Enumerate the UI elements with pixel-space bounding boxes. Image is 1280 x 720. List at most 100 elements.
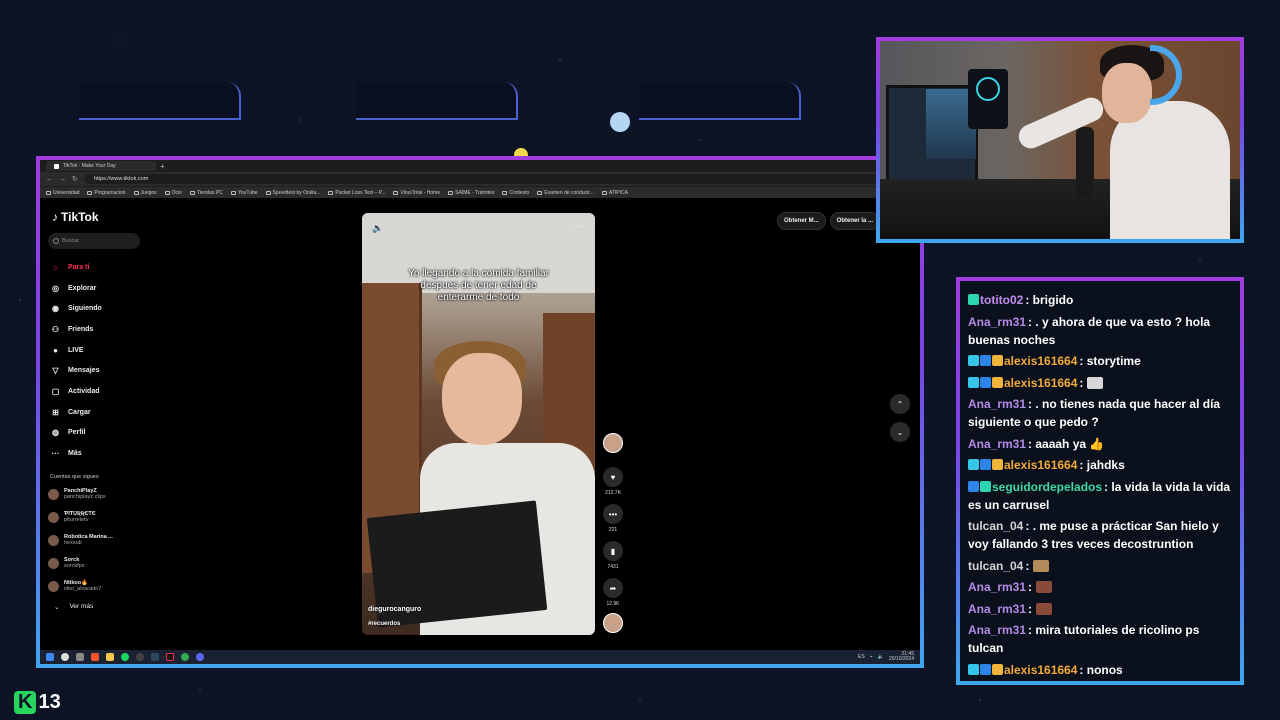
bookmark-item[interactable]: Ocio: [164, 190, 182, 196]
bookmark-item[interactable]: Examen de conducir...: [537, 190, 594, 196]
new-tab-button[interactable]: +: [160, 162, 165, 171]
back-icon[interactable]: ←: [46, 176, 53, 183]
see-more-button[interactable]: ⌄ Ver más: [48, 603, 144, 611]
search-icon[interactable]: [61, 653, 69, 661]
chat-username[interactable]: alexis161664: [1004, 663, 1077, 677]
bookmark-label: VirusTotal - Home: [400, 189, 441, 196]
files-icon[interactable]: [106, 653, 114, 661]
chat-username[interactable]: seguidordepelados: [992, 480, 1102, 494]
bookmark-item[interactable]: Speedtest by Ookla...: [265, 190, 320, 196]
following-account[interactable]: Sorck sorckfps: [48, 555, 144, 572]
sidebar-item-friends[interactable]: ⚇ Friends: [48, 319, 144, 340]
get-app-button[interactable]: Obtener M...: [776, 212, 826, 230]
bookmark-item[interactable]: Juegos: [133, 190, 157, 196]
bookmark-item[interactable]: Tiendas PC: [189, 190, 223, 196]
chat-text: : aaaah ya 👍: [1028, 436, 1105, 451]
chat-username[interactable]: Ana_rm31: [968, 623, 1026, 637]
video-hashtag[interactable]: #recuerdos: [368, 621, 400, 627]
chat-message: tulcan_04:: [968, 557, 1232, 575]
following-account[interactable]: Ntikoo🔥 niko_alvarado7: [48, 578, 144, 595]
discord-icon[interactable]: [196, 653, 204, 661]
wifi-icon[interactable]: ⌁: [870, 654, 873, 660]
tiktok-logo[interactable]: ♪ TikTok: [52, 210, 144, 224]
steam-icon[interactable]: [151, 653, 159, 661]
sidebar-item-explorar[interactable]: ◎ Explorar: [48, 278, 144, 299]
sidebar-item-perfil[interactable]: ◍ Perfil: [48, 423, 144, 444]
like-icon[interactable]: ♥: [603, 467, 623, 487]
chat-username[interactable]: Ana_rm31: [968, 602, 1026, 616]
chat-username[interactable]: Ana_rm31: [968, 315, 1026, 329]
creator-avatar[interactable]: [603, 433, 623, 453]
bookmark-item[interactable]: VirusTotal - Home: [393, 190, 440, 196]
sound-avatar[interactable]: [603, 613, 623, 633]
chat-username[interactable]: tulcan_04: [968, 559, 1023, 573]
sidebar-item-mensajes[interactable]: ▽ Mensajes: [48, 360, 144, 381]
following-account[interactable]: PanchiPlayZ panchiplayz.clips: [48, 486, 144, 503]
sidebar-item-m-s[interactable]: ··· Más: [48, 443, 144, 464]
sidebar-item-label: Para ti: [68, 263, 90, 271]
scroll-up-icon[interactable]: ⌃: [890, 394, 910, 414]
forward-icon[interactable]: →: [59, 176, 66, 183]
chat-username[interactable]: alexis161664: [1004, 376, 1077, 390]
chat-username[interactable]: totito02: [980, 293, 1023, 307]
chat-emote-icon: [1036, 581, 1053, 593]
chrome-icon[interactable]: [181, 653, 189, 661]
bookmark-label: Programacion: [94, 189, 126, 196]
bookmark-item[interactable]: SAIME - Trámites: [448, 190, 494, 196]
language-indicator[interactable]: ES: [858, 654, 865, 660]
overlay-panel-2: [356, 82, 518, 120]
scroll-down-icon[interactable]: ⌄: [890, 422, 910, 442]
bookmark-icon[interactable]: ▮: [603, 541, 623, 561]
sidebar-item-cargar[interactable]: ⊞ Cargar: [48, 402, 144, 423]
video-author[interactable]: diegurocanguro: [368, 606, 421, 613]
bookmark-item[interactable]: Universidad: [46, 190, 79, 196]
sidebar-item-live[interactable]: ● LIVE: [48, 340, 144, 361]
chat-box: totito02: brigido Ana_rm31: . y ahora de …: [960, 281, 1240, 681]
brave-icon[interactable]: [91, 653, 99, 661]
chat-username[interactable]: tulcan_04: [968, 519, 1023, 533]
task-view-icon[interactable]: [76, 653, 84, 661]
search-input[interactable]: Buscar: [48, 233, 140, 249]
channel-logo: K 13: [14, 688, 61, 716]
chat-badge-icon: [968, 294, 979, 305]
clock[interactable]: 21:45 20/10/2024: [889, 651, 914, 663]
tab-title: TikTok - Make Your Day: [63, 163, 116, 169]
volume-icon[interactable]: 🔈: [372, 223, 383, 234]
chat-username[interactable]: Ana_rm31: [968, 397, 1026, 411]
chat-username[interactable]: Ana_rm31: [968, 580, 1026, 594]
bookmark-item[interactable]: ATIPICA: [601, 190, 628, 196]
start-icon[interactable]: [46, 653, 54, 661]
chat-badge-icon: [992, 355, 1003, 366]
obs-icon[interactable]: [136, 653, 144, 661]
sidebar-item-label: Explorar: [68, 284, 97, 292]
volume-tray-icon[interactable]: 🔉: [878, 654, 884, 660]
sidebar-item-siguiendo[interactable]: ◉ Siguiendo: [48, 298, 144, 319]
tab-tiktok[interactable]: TikTok - Make Your Day: [46, 161, 156, 171]
sidebar-item-actividad[interactable]: ▢ Actividad: [48, 381, 144, 402]
chat-message: alexis161664:: [968, 374, 1232, 392]
chat-username[interactable]: alexis161664: [1004, 458, 1077, 472]
following-account[interactable]: Robotica Marina ... nexsub: [48, 532, 144, 549]
chat-text: : jahdks: [1079, 458, 1125, 472]
video-player[interactable]: 🔈 ··· Yo llegando a la comida familiar d…: [362, 213, 595, 635]
chat-username[interactable]: alexis161664: [1004, 354, 1077, 368]
logo-k: K: [14, 690, 37, 714]
more-options-icon[interactable]: ···: [573, 221, 585, 231]
chat-username[interactable]: Ana_rm31: [968, 437, 1026, 451]
spotify-icon[interactable]: [121, 653, 129, 661]
avatar: [48, 534, 59, 546]
likes-count: 212.7K: [605, 490, 621, 496]
reload-icon[interactable]: ↻: [72, 175, 78, 183]
get-desktop-button[interactable]: Obtener la ...: [829, 212, 880, 230]
bookmark-item[interactable]: Contesto: [502, 190, 529, 196]
url-input[interactable]: https://www.tiktok.com: [83, 174, 890, 184]
share-icon[interactable]: ➦: [603, 578, 623, 598]
bookmark-item[interactable]: Programacion: [87, 189, 126, 196]
comment-icon[interactable]: •••: [603, 504, 623, 524]
chat-message: tulcan_04: . me puse a prácticar San hie…: [968, 517, 1232, 553]
bookmark-item[interactable]: YouTube: [230, 190, 258, 196]
following-account[interactable]: ƤƖƬƲƦƦЄƬЄ piturretetv: [48, 509, 144, 526]
sidebar-item-para-ti[interactable]: ⌂ Para ti: [48, 257, 144, 278]
bookmark-item[interactable]: Packet Loss Test – P...: [328, 190, 385, 196]
tiktok-icon[interactable]: [166, 653, 174, 661]
